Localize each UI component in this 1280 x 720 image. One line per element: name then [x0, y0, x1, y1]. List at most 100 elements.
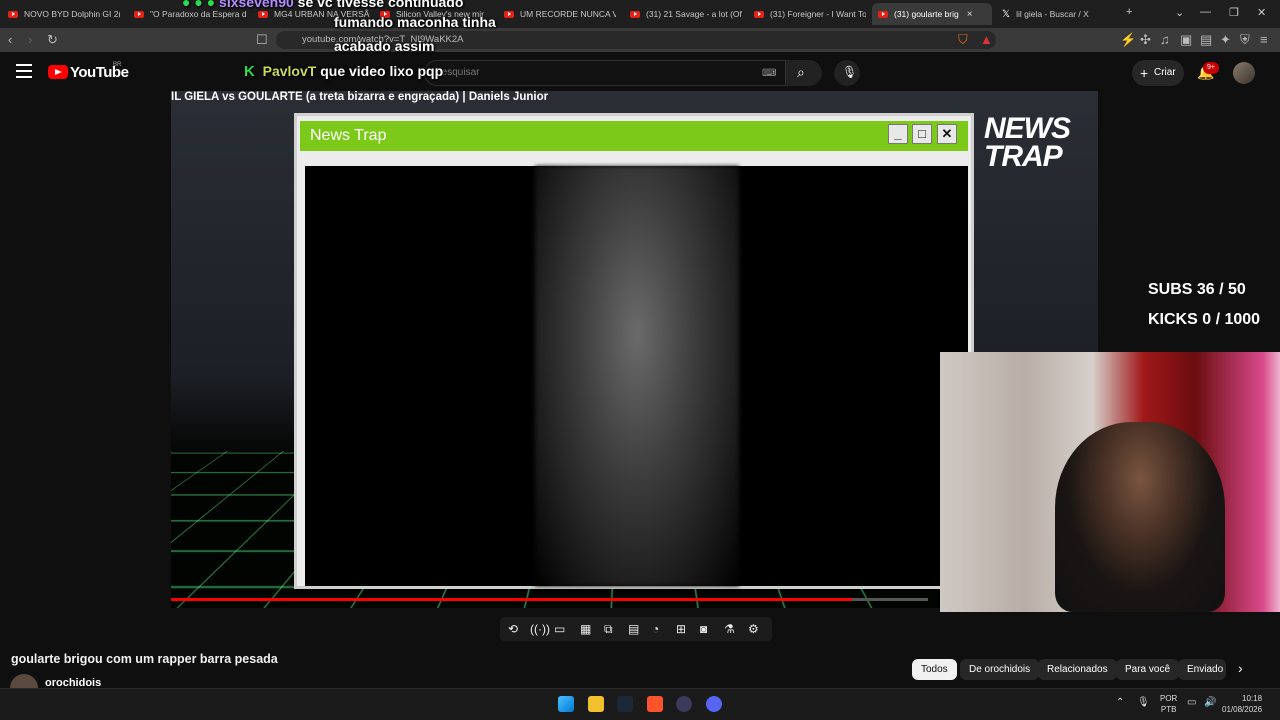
- subs-counter: SUBS 36 / 50: [1148, 281, 1246, 298]
- chip-all[interactable]: Todos: [912, 659, 957, 680]
- tab-label: lil giela - Buscar / X: [1016, 9, 1089, 19]
- video-header-title: IL GIELA vs GOULARTE (a treta bizarra e …: [171, 91, 549, 103]
- screen-icon[interactable]: ▭: [554, 622, 565, 636]
- browser-tab[interactable]: NOVO BYD Dolphin GI 2(: [8, 3, 120, 25]
- loop-icon[interactable]: ⟲: [508, 622, 518, 636]
- youtube-tab-icon: [504, 10, 514, 18]
- browser-tab-active[interactable]: (31) goularte brig ×: [872, 3, 992, 25]
- input-language[interactable]: POR PTB: [1160, 693, 1177, 715]
- settings-gear-icon[interactable]: ⚙: [748, 622, 759, 636]
- retro-window: News Trap _ □ ✕: [294, 113, 974, 589]
- retro-window-title: News Trap: [310, 127, 387, 144]
- browser-tab[interactable]: 𝕏lil giela - Buscar / X: [1002, 3, 1114, 25]
- file-explorer-icon[interactable]: [588, 696, 604, 712]
- chat-message: fumando maconha tinha: [334, 14, 496, 30]
- browser-tab[interactable]: UM RECORDE NUNCA VI: [504, 3, 616, 25]
- chat-message: se vc tivesse continuado: [297, 0, 464, 10]
- new-tab-button[interactable]: +: [1126, 6, 1132, 18]
- video-title: goularte brigou com um rapper barra pesa…: [11, 652, 278, 666]
- region-code: BR: [113, 62, 122, 68]
- screenshot-camera-icon[interactable]: ◙: [700, 622, 707, 636]
- app-icon[interactable]: [676, 696, 692, 712]
- tab-label: (31) Foreigner - I Want To: [770, 9, 866, 19]
- network-icon[interactable]: ▭: [1187, 697, 1196, 708]
- extensions-puzzle-icon[interactable]: ✣: [1140, 32, 1151, 48]
- restore-window-icon[interactable]: ❐: [1229, 6, 1239, 19]
- media-icon[interactable]: ♫: [1160, 32, 1170, 47]
- chat-badge-icon: ● ● ●: [182, 0, 216, 10]
- voice-search-button[interactable]: 🎙: [834, 60, 860, 86]
- bookmark-icon[interactable]: ☐: [256, 32, 268, 48]
- tab-list-chevron-icon[interactable]: ⌄: [1175, 6, 1184, 19]
- chip-from-channel[interactable]: De orochidois: [960, 659, 1040, 680]
- clock-date: 01/08/2026: [1222, 705, 1263, 714]
- filmstrip-icon[interactable]: ▤: [628, 622, 639, 636]
- forward-icon[interactable]: ›: [28, 32, 32, 47]
- brave-shield-icon[interactable]: ⛉: [958, 32, 968, 48]
- create-button[interactable]: + Criar: [1132, 60, 1184, 86]
- leo-icon[interactable]: ✦: [1220, 32, 1231, 48]
- retro-window-content: [305, 166, 968, 586]
- language-code: POR: [1160, 694, 1178, 703]
- wallet-icon[interactable]: ▤: [1200, 32, 1212, 48]
- add-clip-icon[interactable]: ⊞: [676, 622, 686, 636]
- streamer-webcam: [940, 352, 1280, 612]
- extension-icon[interactable]: ⚡: [1120, 32, 1136, 48]
- windows-start-icon[interactable]: [558, 696, 574, 712]
- logo-line: TRAP: [984, 140, 1063, 173]
- steam-icon[interactable]: [617, 696, 633, 712]
- reload-icon[interactable]: ↻: [47, 32, 58, 48]
- blurred-person-image: [535, 166, 739, 586]
- chat-message: acabado assim: [334, 38, 435, 54]
- browser-menu-icon[interactable]: ≡: [1260, 32, 1268, 47]
- player-controls-bar: ⟲ ((·)) ▭ ▦ ⧉ ▤ ◔ ⊞ ◙ ⚗ ⚙: [500, 617, 772, 641]
- youtube-tab-icon: [258, 10, 268, 18]
- vpn-shield-icon[interactable]: ⛨: [1240, 32, 1250, 48]
- search-button[interactable]: ⌕: [786, 60, 822, 86]
- minimize-window-icon[interactable]: —: [1200, 6, 1211, 18]
- back-icon[interactable]: ‹: [8, 32, 12, 47]
- close-tab-icon[interactable]: ×: [967, 9, 973, 20]
- keyboard-layout: PTB: [1160, 705, 1177, 714]
- sidebar-icon[interactable]: ▣: [1180, 32, 1192, 48]
- chat-username: PavlovT: [262, 63, 317, 79]
- brave-browser-icon[interactable]: [647, 696, 663, 712]
- chevron-right-icon[interactable]: ›: [1238, 660, 1243, 676]
- retro-window-titlebar: News Trap _ □ ✕: [300, 121, 968, 151]
- chip-related[interactable]: Relacionados: [1038, 659, 1117, 680]
- plus-icon: +: [1140, 65, 1149, 81]
- tab-label: (31) 21 Savage - a lot (Of: [646, 9, 742, 19]
- retro-minimize-icon: _: [888, 124, 908, 144]
- taskbar-clock[interactable]: 10:18 01/08/2026: [1222, 693, 1262, 715]
- browser-tab[interactable]: (31) Foreigner - I Want To: [754, 3, 866, 25]
- keyboard-icon[interactable]: ⌨: [762, 68, 776, 79]
- brave-rewards-icon[interactable]: ▲: [980, 32, 993, 47]
- speed-icon[interactable]: ◔: [652, 622, 659, 636]
- close-window-icon[interactable]: ✕: [1257, 6, 1266, 19]
- tray-chevron-icon[interactable]: ⌃: [1116, 697, 1124, 708]
- broadcast-icon[interactable]: ((·)): [530, 622, 550, 636]
- youtube-tab-icon: [878, 10, 888, 18]
- clock-time: 10:18: [1242, 694, 1263, 703]
- windows-taskbar: [0, 688, 1280, 720]
- chip-uploaded[interactable]: Enviado: [1178, 659, 1226, 680]
- kicks-counter: KICKS 0 / 1000: [1148, 311, 1261, 328]
- clapperboard-icon[interactable]: ▦: [580, 622, 591, 636]
- account-avatar[interactable]: [1233, 62, 1255, 84]
- microphone-tray-icon[interactable]: 🎙: [1137, 697, 1150, 708]
- youtube-logo-icon[interactable]: [48, 65, 68, 79]
- tab-label: (31) goularte brig: [894, 9, 959, 19]
- discord-icon[interactable]: [706, 696, 722, 712]
- youtube-tab-icon: [754, 10, 764, 18]
- tab-label: UM RECORDE NUNCA VI: [520, 9, 616, 19]
- volume-icon[interactable]: 🔊: [1204, 697, 1216, 708]
- streamer-person: [1055, 422, 1225, 612]
- browser-tab[interactable]: (31) 21 Savage - a lot (Of: [630, 3, 742, 25]
- flask-icon[interactable]: ⚗: [724, 622, 735, 636]
- chip-for-you[interactable]: Para você: [1116, 659, 1180, 680]
- hamburger-menu-icon[interactable]: [16, 64, 32, 78]
- search-input[interactable]: Pesquisar: [424, 60, 786, 86]
- resize-icon[interactable]: ⧉: [604, 622, 613, 637]
- retro-close-icon: ✕: [937, 124, 957, 144]
- youtube-tab-icon: [630, 10, 640, 18]
